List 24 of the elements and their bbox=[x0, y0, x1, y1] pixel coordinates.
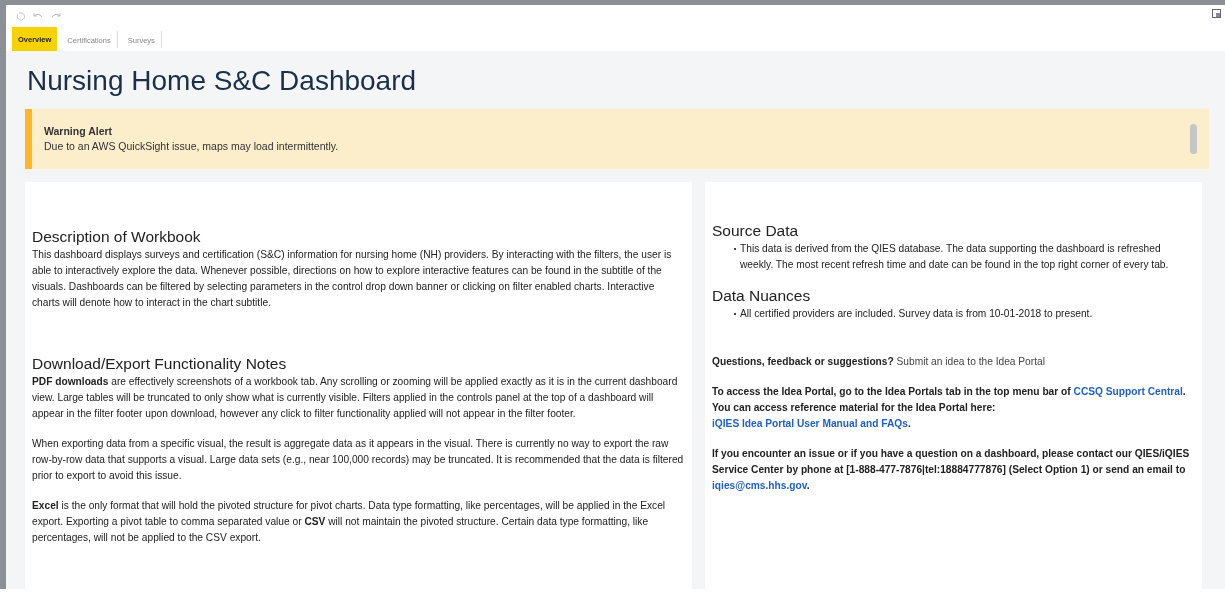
section-heading: Download/Export Functionality Notes bbox=[32, 355, 288, 373]
redo-icon[interactable] bbox=[51, 12, 61, 20]
paragraph: Questions, feedback or suggestions? Submit an idea to the Idea Portal bbox=[712, 355, 1046, 369]
section-heading: Description of Workbook bbox=[32, 228, 202, 246]
dashboard-title: Nursing Home S&C Dashboard bbox=[27, 65, 418, 97]
reset-icon[interactable] bbox=[16, 11, 25, 21]
section-heading: Source Data bbox=[712, 222, 800, 240]
paragraph: Excel is the only format that will hold the pivoted structure for pivot charts. Data type formatting, like percentages, will be applied in the Excel export. Exporting a pivot table to comma separated value or CSV will not maintain the pivoted structure. Certain data type formatting, like percentages, will not be applied to the CSV export. bbox=[32, 499, 667, 545]
paragraph: When exporting data from a specific visual, the result is aggregate data as it appears in the visual. There is currently no way to export the raw row-by-row data that supports a visual. Large data sets (e.g., near 100,000 records) may be truncated. It is recommended that the data is filtered prior to export to avoid this issue. bbox=[32, 437, 684, 483]
section-heading: Data Nuances bbox=[712, 287, 812, 305]
link[interactable]: iqies@cms.hhs.gov bbox=[712, 480, 807, 491]
undo-icon[interactable] bbox=[33, 12, 43, 20]
alert-message: Due to an AWS QuickSight issue, maps may load intermittently. bbox=[44, 139, 340, 154]
paragraph: If you encounter an issue or if you have a question on a dashboard, please contact our QIES/iQIES Service Center by phone at [1-888-477-7876|tel:18884777876] (Select Option 1) or send an email to iqies@cms.hhs.gov. bbox=[712, 447, 1191, 493]
paragraph: PDF downloads are effectively screenshots of a workbook tab. Any scrolling or zooming will be applied exactly as it is in the current dashboard view. Large tables will be truncated to only show what is currently visible. Filters applied in the controls panel at the top of a dashboard will appear in the filter footer upon download, however any click to filter functionality applied will not appear in the filter footer. bbox=[32, 375, 679, 421]
square-icon[interactable] bbox=[1212, 9, 1221, 18]
paragraph: To access the Idea Portal, go to the Idea Portals tab in the top menu bar of CCSQ Support Central. You can access reference material for the Idea Portal here: iQIES Idea Portal User Manual and FAQs. bbox=[712, 385, 1187, 431]
link[interactable]: iQIES Idea Portal User Manual and FAQs bbox=[712, 418, 908, 429]
scrollbar-thumb[interactable] bbox=[1190, 124, 1197, 154]
bullet-text: This data is derived from the QIES database. The data supporting the dashboard is refreshed weekly. The most recent refresh time and date can be found in the top right corner of every tab. bbox=[740, 242, 1170, 272]
alert-heading: Warning Alert bbox=[44, 124, 114, 139]
paragraph: This dashboard displays surveys and certification (S&C) information for nursing home (NH) providers. By interacting with the filters, the user is able to interactively explore the data. Whenever possible, directions on how to explore interactive features can be found in the subtitle of the visuals. Dashboards can be filtered by selecting parameters in the control drop down banner or clicking on filter enabled charts. Interactive charts will denote how to interact in the chart subtitle. bbox=[32, 248, 673, 310]
bullet-text: All certified providers are included. Survey data is from 10-01-2018 to present. bbox=[740, 307, 1093, 321]
link[interactable]: CCSQ Support Central bbox=[1073, 386, 1183, 397]
